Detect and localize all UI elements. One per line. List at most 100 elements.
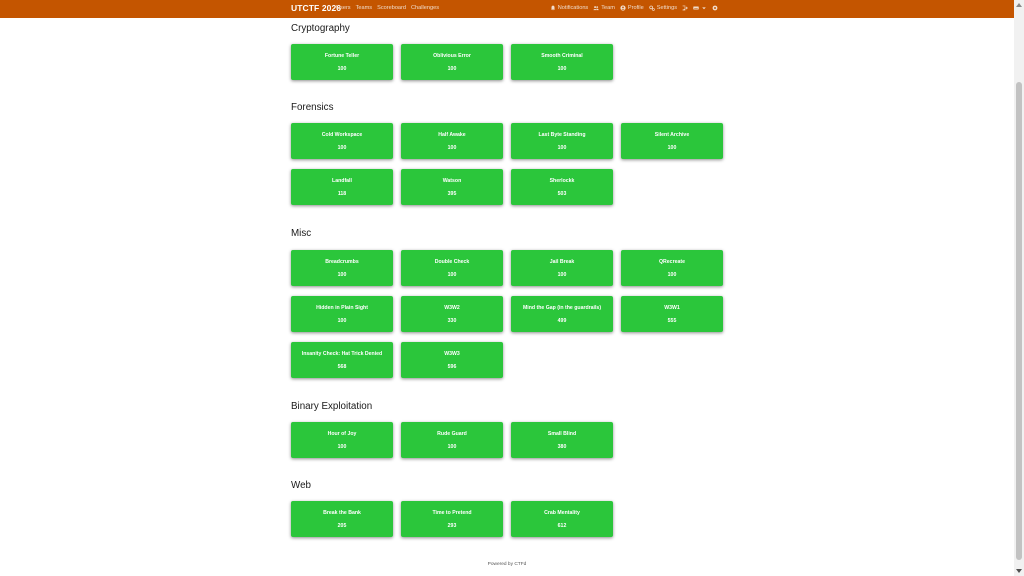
nav-profile[interactable]: Profile [620, 5, 644, 11]
challenge-button[interactable]: Insanity Check: Hat Trick Denied 568 [291, 342, 393, 378]
challenge-grid-cryptography: Fortune Teller 100 Oblivious Error 100 Smo… [291, 44, 723, 80]
challenge-name: Breadcrumbs [325, 258, 359, 265]
challenge-name: Oblivious Error [433, 52, 471, 59]
brand-link[interactable]: UTCTF 2026 [291, 3, 341, 13]
challenge-value: 330 [447, 317, 457, 324]
challenge-value: 100 [337, 144, 347, 151]
challenge-button[interactable]: Sherlockk 503 [511, 169, 613, 205]
nav-team-label: Team [601, 5, 615, 11]
nav-right-links: Notifications Team Profile Settings [550, 5, 718, 11]
challenge-value: 612 [557, 522, 567, 529]
nav-left-links: Users Teams Scoreboard Challenges [336, 5, 439, 11]
category-title: Cryptography [291, 23, 350, 34]
challenge-button[interactable]: Landfall 118 [291, 169, 393, 205]
challenge-button[interactable]: Breadcrumbs 100 [291, 250, 393, 286]
challenge-name: Time to Pretend [432, 509, 472, 516]
challenge-button[interactable]: Time to Pretend 293 [401, 501, 503, 537]
challenge-value: 293 [447, 522, 457, 529]
nav-link-challenges[interactable]: Challenges [411, 5, 439, 11]
theme-icon [712, 5, 718, 11]
challenge-value: 555 [667, 317, 677, 324]
challenge-name: Rude Guard [437, 430, 467, 437]
challenge-value: 100 [447, 271, 457, 278]
challenge-button[interactable]: Oblivious Error 100 [401, 44, 503, 80]
challenge-value: 395 [447, 190, 457, 197]
challenge-button[interactable]: Half Awake 100 [401, 123, 503, 159]
challenge-button[interactable]: W3W3 596 [401, 342, 503, 378]
challenge-name: Last Byte Standing [538, 131, 586, 138]
nav-theme-toggle[interactable] [712, 5, 718, 11]
category-title: Web [291, 480, 311, 491]
challenge-grid-binary-exploitation: Hour of Joy 100 Rude Guard 100 Small Blind… [291, 422, 723, 458]
footer-powered-by[interactable]: Powered by CTFd [0, 562, 1014, 567]
challenge-name: Break the Bank [323, 509, 361, 516]
challenge-grid-misc: Breadcrumbs 100 Double Check 100 Jail Brea… [291, 250, 723, 378]
nav-link-users[interactable]: Users [336, 5, 351, 11]
challenge-button[interactable]: Break the Bank 205 [291, 501, 393, 537]
challenge-name: Crab Mentality [544, 509, 580, 516]
challenge-name: W3W3 [444, 350, 460, 357]
scroll-up-arrow-icon[interactable] [1016, 3, 1022, 7]
challenge-name: Hour of Joy [327, 430, 357, 437]
challenge-button[interactable]: Cold Workspace 100 [291, 123, 393, 159]
nav-link-teams[interactable]: Teams [356, 5, 372, 11]
challenge-value: 100 [447, 443, 457, 450]
challenge-value: 205 [337, 522, 347, 529]
nav-settings[interactable]: Settings [649, 5, 677, 11]
scroll-down-arrow-icon[interactable] [1016, 569, 1022, 573]
category-title: Binary Exploitation [291, 401, 373, 412]
challenge-value: 596 [447, 363, 457, 370]
nav-settings-label: Settings [656, 5, 677, 11]
scrollbar-thumb[interactable] [1016, 82, 1022, 560]
challenge-button[interactable]: W3W1 555 [621, 296, 723, 332]
challenge-name: Mind the Gap (in the guardrails) [522, 304, 602, 311]
category-web: Web [291, 480, 311, 491]
challenge-button[interactable]: Fortune Teller 100 [291, 44, 393, 80]
challenge-button[interactable]: Rude Guard 100 [401, 422, 503, 458]
nav-logout[interactable] [682, 5, 688, 11]
nav-notifications[interactable]: Notifications [550, 5, 588, 11]
nav-link-scoreboard[interactable]: Scoreboard [377, 5, 406, 11]
category-cryptography: Cryptography [291, 23, 350, 34]
challenge-button[interactable]: Hidden in Plain Sight 100 [291, 296, 393, 332]
challenge-value: 100 [337, 443, 347, 450]
challenge-value: 568 [337, 363, 347, 370]
challenge-button[interactable]: Small Blind 380 [511, 422, 613, 458]
challenge-button[interactable]: Mind the Gap (in the guardrails) 499 [511, 296, 613, 332]
challenge-value: 499 [557, 317, 567, 324]
challenge-name: QRecreate [659, 258, 685, 265]
challenge-button[interactable]: Silent Archive 100 [621, 123, 723, 159]
challenge-value: 100 [337, 271, 347, 278]
challenge-name: Silent Archive [654, 131, 690, 138]
challenge-name: Half Awake [438, 131, 466, 138]
challenge-button[interactable]: Hour of Joy 100 [291, 422, 393, 458]
challenge-button[interactable]: Last Byte Standing 100 [511, 123, 613, 159]
challenge-name: Small Blind [547, 430, 577, 437]
challenge-value: 100 [667, 271, 677, 278]
challenge-value: 100 [447, 144, 457, 151]
challenge-button[interactable]: Crab Mentality 612 [511, 501, 613, 537]
challenge-button[interactable]: QRecreate 100 [621, 250, 723, 286]
bell-icon [550, 5, 556, 11]
category-forensics: Forensics [291, 102, 333, 113]
challenge-button[interactable]: Double Check 100 [401, 250, 503, 286]
challenge-name: W3W2 [444, 304, 460, 311]
challenge-value: 118 [337, 190, 347, 197]
challenge-grid-forensics: Cold Workspace 100 Half Awake 100 Last Byt… [291, 123, 723, 205]
challenge-button[interactable]: W3W2 330 [401, 296, 503, 332]
challenge-button[interactable]: Smooth Criminal 100 [511, 44, 613, 80]
challenge-value: 100 [337, 317, 347, 324]
nav-team[interactable]: Team [593, 5, 615, 11]
challenge-value: 380 [557, 443, 567, 450]
challenge-name: Sherlockk [549, 177, 575, 184]
challenge-value: 100 [337, 65, 347, 72]
page-scrollbar[interactable] [1014, 0, 1024, 576]
challenge-button[interactable]: Jail Break 100 [511, 250, 613, 286]
users-icon [593, 5, 599, 11]
nav-notifications-label: Notifications [557, 5, 589, 11]
nav-language-dropdown[interactable] [693, 5, 707, 11]
challenge-button[interactable]: Watson 395 [401, 169, 503, 205]
challenge-value: 100 [557, 144, 567, 151]
gears-icon [649, 5, 655, 11]
challenge-name: Fortune Teller [324, 52, 360, 59]
